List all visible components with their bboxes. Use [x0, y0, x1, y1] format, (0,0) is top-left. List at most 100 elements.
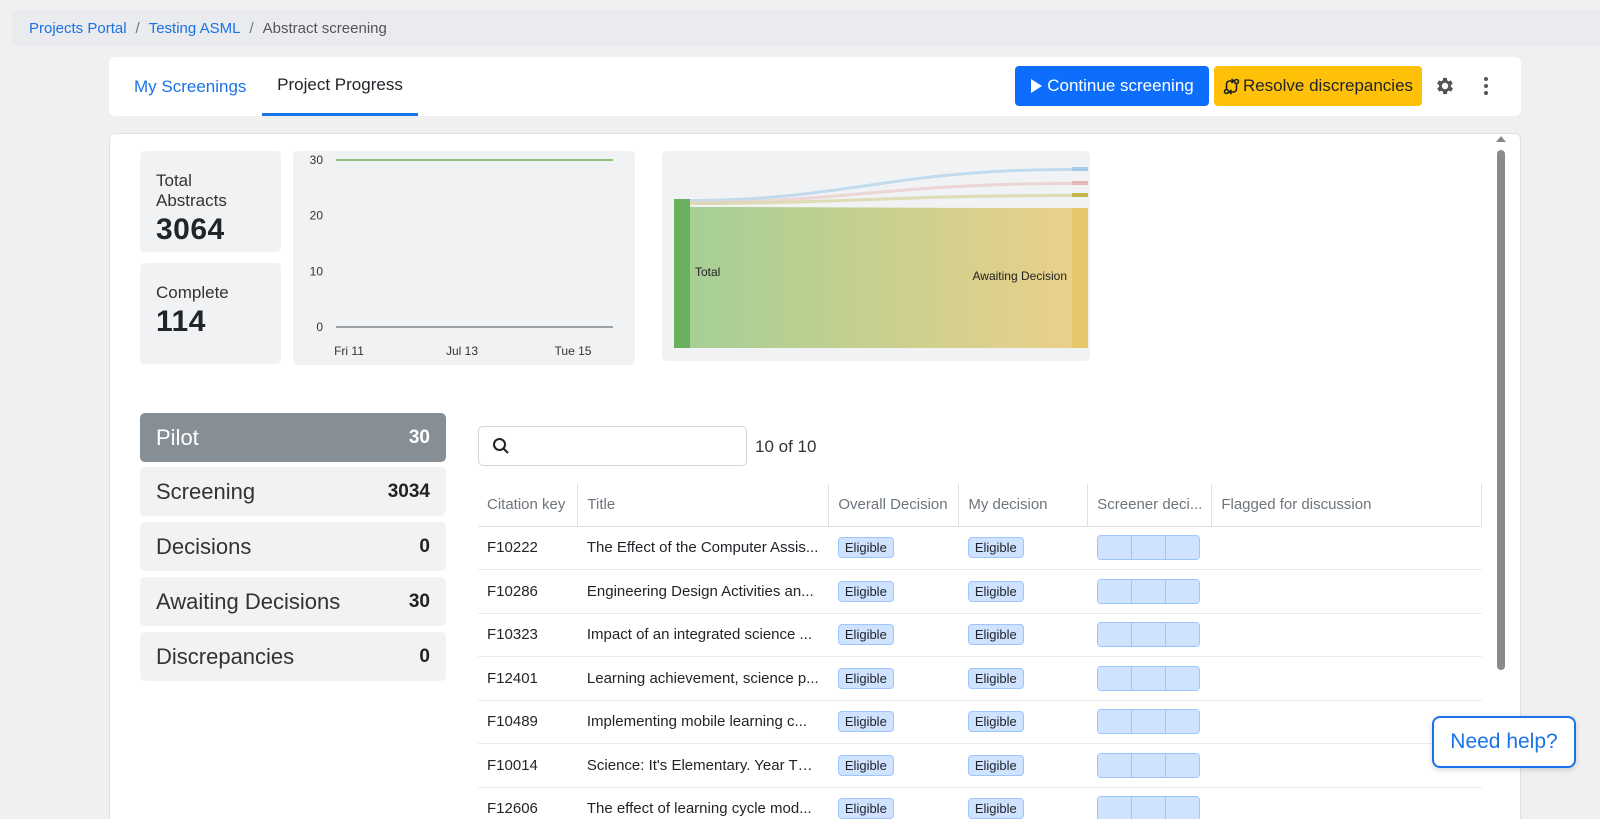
my-decision-badge: Eligible [967, 754, 1024, 776]
continue-screening-label: Continue screening [1047, 76, 1194, 95]
citation-title: The effect of learning cycle mod... [586, 800, 812, 818]
breadcrumb-separator: / [249, 19, 254, 37]
stage-label: Awaiting Decisions [156, 588, 341, 614]
overall-decision-badge: Eligible [837, 667, 894, 689]
progress-panel: Total Abstracts 3064 Complete 114 0 10 20 3… [109, 133, 1521, 819]
more-options-icon[interactable] [1479, 75, 1493, 97]
result-count: 10 of 10 [755, 437, 817, 456]
sankey-node-awaiting [1072, 208, 1088, 348]
y-tick-label: 30 [310, 153, 324, 167]
overall-decision-badge: Eligible [837, 624, 894, 646]
screener-decisions-bar [1096, 709, 1200, 735]
resolve-discrepancies-label: Resolve discrepancies [1242, 76, 1414, 95]
my-decision-badge: Eligible [967, 580, 1024, 602]
table-row[interactable]: F10323 Impact of an integrated science .… [478, 613, 1482, 657]
stage-decisions[interactable]: Decisions 0 [140, 522, 446, 571]
gear-icon[interactable] [1434, 75, 1456, 97]
scrollbar-thumb[interactable] [1497, 150, 1505, 670]
column-header-flagged[interactable]: Flagged for discussion [1211, 484, 1482, 527]
tab-project-progress[interactable]: Project Progress [262, 57, 418, 116]
search-icon [493, 438, 509, 454]
stage-pilot[interactable]: Pilot 30 [140, 413, 446, 462]
table-row[interactable]: F12606 The effect of learning cycle mod.… [478, 787, 1482, 819]
column-header-title[interactable]: Title [577, 484, 830, 527]
continue-screening-button[interactable]: Continue screening [1015, 66, 1209, 106]
stage-count: 30 [408, 590, 430, 612]
complete-label: Complete [156, 283, 229, 302]
stage-screening[interactable]: Screening 3034 [140, 467, 446, 516]
flagged-cell [1211, 613, 1482, 657]
decision-sankey-chart: Total Awaiting Decision [662, 151, 1090, 361]
search-box[interactable] [478, 426, 747, 466]
flagged-cell [1211, 787, 1482, 819]
citation-key: F10323 [478, 613, 578, 657]
my-decision-badge: Eligible [967, 624, 1024, 646]
table-row[interactable]: F10489 Implementing mobile learning c...… [478, 700, 1482, 744]
table-row[interactable]: F10286 Engineering Design Activities an.… [478, 569, 1482, 614]
stage-awaiting-decisions[interactable]: Awaiting Decisions 30 [140, 577, 446, 626]
table-row[interactable]: F10014 Science: It's Elementary. Year Th… [478, 743, 1482, 788]
stage-label: Pilot [156, 424, 199, 450]
sankey-flow-pink [690, 182, 1072, 204]
total-abstracts-value: 3064 [156, 213, 225, 246]
resolve-discrepancies-button[interactable]: Resolve discrepancies [1214, 66, 1422, 106]
breadcrumb: Projects Portal / Testing ASML / Abstrac… [12, 10, 1600, 46]
screener-decisions-bar [1096, 578, 1200, 604]
citations-table: Citation key Title Overall Decision My d… [478, 484, 1482, 819]
tab-my-screenings[interactable]: My Screenings [134, 57, 246, 116]
table-row[interactable]: F10222 The Effect of the Computer Assis.… [478, 526, 1482, 570]
x-tick-label: Tue 15 [555, 344, 592, 358]
column-header-citation-key[interactable]: Citation key [478, 484, 579, 527]
scroll-up-arrow[interactable] [1496, 136, 1506, 142]
overall-decision-badge: Eligible [837, 580, 894, 602]
citation-title: Impact of an integrated science ... [586, 626, 813, 644]
my-decision-badge: Eligible [967, 798, 1024, 819]
citation-title: Science: It's Elementary. Year Thr... [586, 756, 820, 774]
citation-title: Learning achievement, science p... [586, 669, 819, 687]
sankey-node-blue [1072, 167, 1088, 171]
my-decision-badge: Eligible [967, 711, 1024, 733]
flagged-cell [1211, 569, 1482, 614]
play-icon [1031, 79, 1043, 93]
screener-decisions-bar [1096, 796, 1200, 819]
stage-label: Discrepancies [156, 643, 295, 669]
x-tick-label: Fri 11 [334, 344, 364, 358]
stage-label: Decisions [156, 533, 252, 559]
overall-decision-badge: Eligible [837, 537, 894, 559]
complete-card: Complete 114 [140, 263, 281, 364]
top-toolbar: My Screenings Project Progress Continue … [109, 57, 1521, 116]
my-decision-badge: Eligible [967, 537, 1024, 559]
total-abstracts-label: Total Abstracts [156, 171, 227, 210]
stage-count: 3034 [387, 480, 430, 502]
column-header-overall-decision[interactable]: Overall Decision [828, 484, 960, 527]
x-tick-label: Jul 13 [446, 344, 478, 358]
total-abstracts-card: Total Abstracts 3064 [140, 151, 281, 252]
breadcrumb-projects-portal[interactable]: Projects Portal [29, 20, 127, 37]
y-tick-label: 0 [316, 320, 323, 334]
screener-decisions-bar [1096, 665, 1200, 691]
overall-decision-badge: Eligible [837, 711, 894, 733]
stage-count: 30 [408, 426, 430, 448]
stage-count: 0 [419, 645, 430, 667]
sankey-node-total [674, 199, 690, 348]
citation-title: The Effect of the Computer Assis... [586, 539, 819, 557]
table-row[interactable]: F12401 Learning achievement, science p..… [478, 656, 1482, 701]
column-header-screener-decisions[interactable]: Screener deci... [1087, 484, 1213, 527]
citation-key: F10489 [478, 700, 578, 744]
stage-discrepancies[interactable]: Discrepancies 0 [140, 632, 446, 681]
sankey-label-total: Total [695, 265, 720, 279]
line-chart-svg: 0 10 20 30 Fri 11 Jul 13 Tue 15 [310, 153, 613, 358]
breadcrumb-separator: / [135, 19, 140, 37]
sankey-node-olive [1072, 193, 1088, 197]
need-help-button[interactable]: Need help? [1432, 716, 1576, 768]
breadcrumb-testing-asml[interactable]: Testing ASML [149, 20, 241, 37]
citation-key: F12606 [478, 787, 578, 819]
citation-key: F10222 [478, 526, 578, 570]
citation-title: Engineering Design Activities an... [586, 582, 814, 600]
column-header-my-decision[interactable]: My decision [958, 484, 1089, 527]
screener-decisions-bar [1096, 535, 1200, 561]
sankey-node-pink [1072, 181, 1088, 185]
stage-label: Screening [156, 478, 256, 504]
search-input[interactable] [519, 433, 739, 459]
my-decision-badge: Eligible [967, 667, 1024, 689]
